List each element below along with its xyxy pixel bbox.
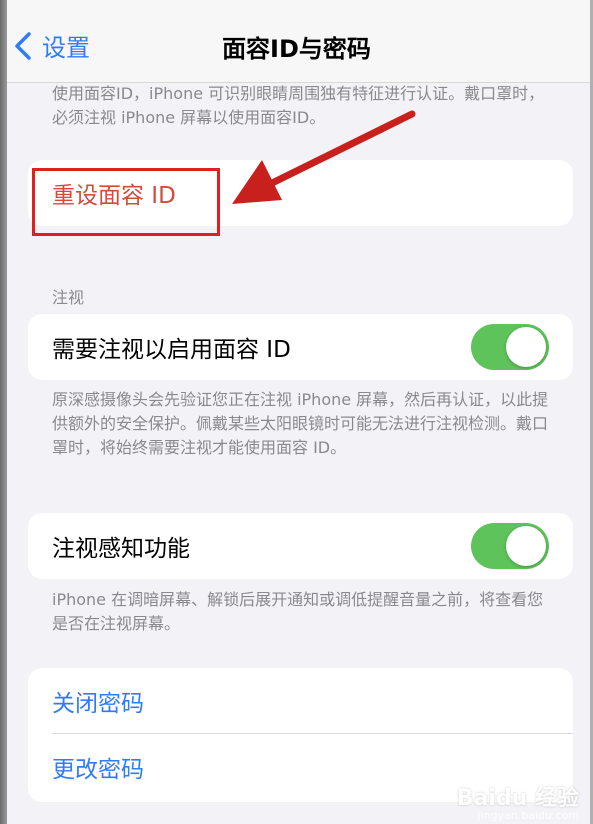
turn-off-passcode-button[interactable]: 关闭密码 xyxy=(28,668,573,734)
navigation-bar: 设置 面容ID与密码 xyxy=(0,0,593,83)
baidu-watermark-url: jingyan.baidu.com xyxy=(477,809,579,822)
attention-aware-toggle[interactable] xyxy=(471,523,549,569)
attention-aware-footnote: iPhone 在调暗屏幕、解锁后展开通知或调低提醒音量之前，将查看您是否在注视屏… xyxy=(52,590,544,633)
require-attention-toggle[interactable] xyxy=(471,324,549,370)
require-attention-row: 需要注视以启用面容 ID xyxy=(28,314,573,380)
reset-face-id-button[interactable]: 重设面容 ID xyxy=(28,160,573,226)
reset-face-id-group: 重设面容 ID xyxy=(28,160,573,226)
baidu-watermark: Baidu 经验 xyxy=(456,786,579,811)
reset-face-id-label: 重设面容 ID xyxy=(52,183,176,209)
attention-aware-row: 注视感知功能 xyxy=(28,513,573,579)
page-title: 面容ID与密码 xyxy=(222,35,371,63)
attention-aware-group: 注视感知功能 xyxy=(28,513,573,579)
toggle-knob xyxy=(506,526,546,566)
device-edge xyxy=(0,0,7,824)
toggle-knob xyxy=(506,327,546,367)
require-attention-footnote: 原深感摄像头会先验证您正在注视 iPhone 屏幕，然后再认证，以此提供额外的安… xyxy=(52,390,549,457)
settings-screen: 设置 面容ID与密码 使用面容ID，iPhone 可识别眼睛周围独有特征进行认证… xyxy=(0,0,593,824)
face-id-footnote: 使用面容ID，iPhone 可识别眼睛周围独有特征进行认证。戴口罩时，必须注视 … xyxy=(52,84,545,127)
change-passcode-label: 更改密码 xyxy=(52,757,144,783)
turn-off-passcode-label: 关闭密码 xyxy=(52,691,144,717)
require-attention-group: 需要注视以启用面容 ID xyxy=(28,314,573,380)
attention-section-header: 注视 xyxy=(52,288,85,307)
